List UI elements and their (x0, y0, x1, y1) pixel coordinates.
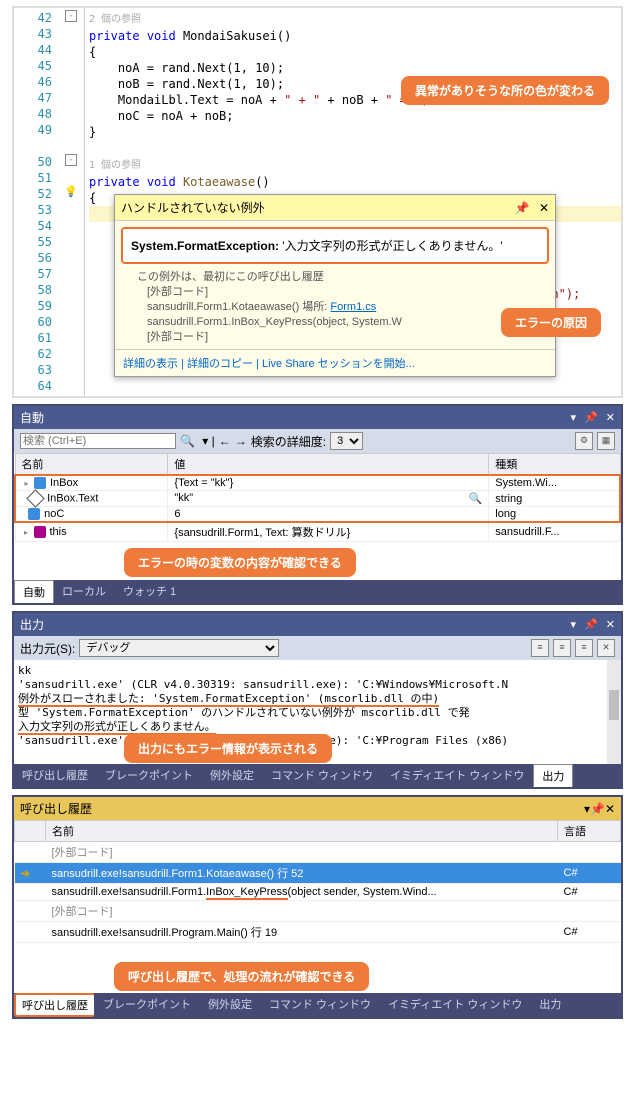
annotation-callout: 呼び出し履歴で、処理の流れが確認できる (114, 962, 369, 991)
pin-icon[interactable]: 📌 (584, 618, 598, 631)
fold-gutter: - - 💡 (58, 8, 85, 396)
scrollbar[interactable] (607, 660, 621, 764)
liveshare-link[interactable]: Live Share セッションを開始... (262, 358, 415, 370)
close-icon[interactable]: ✕ (606, 618, 615, 631)
tool-icon[interactable]: ≡ (575, 639, 593, 657)
annotation-callout: エラーの時の変数の内容が確認できる (124, 548, 356, 577)
exception-popup[interactable]: ハンドルされていない例外 📌 ✕ System.FormatException:… (114, 194, 556, 377)
tab[interactable]: 例外設定 (200, 993, 261, 1017)
dropdown-icon[interactable]: ▾ (571, 411, 577, 424)
tab-output[interactable]: 出力 (533, 764, 573, 787)
source-link[interactable]: Form1.cs (330, 301, 376, 313)
depth-select[interactable]: 3 (330, 432, 363, 450)
pin-icon[interactable]: 📌 (515, 201, 530, 215)
pin-icon[interactable]: 📌 (590, 802, 605, 816)
tab-callstack[interactable]: 呼び出し履歴 (14, 993, 95, 1017)
autos-table: 名前値種類 ▸InBox{Text = "kk"}System.Wi... In… (14, 453, 621, 542)
table-row[interactable]: InBox.Text"kk" 🔍string (15, 491, 620, 507)
fold-icon[interactable]: - (65, 154, 77, 166)
annotation-callout: エラーの原因 (501, 308, 601, 337)
output-panel: 出力 ▾ 📌 ✕ 出力元(S): デバッグ ≡ ≡ ≡ ✕ kk 'sansud… (12, 611, 623, 789)
close-icon[interactable]: ✕ (605, 802, 615, 816)
tab[interactable]: ブレークポイント (95, 993, 200, 1017)
panel-title: 呼び出し履歴 (20, 800, 92, 817)
panel-title: 出力 (20, 616, 44, 633)
table-row[interactable]: [外部コード] (15, 901, 621, 922)
tab[interactable]: イミディエイト ウィンドウ (380, 993, 531, 1017)
tab[interactable]: コマンド ウィンドウ (263, 764, 382, 787)
autos-panel: 自動 ▾ 📌 ✕ 🔍 ▾ | ← → 検索の詳細度: 3 ⚙ ▦ 名前値種類 ▸… (12, 404, 623, 605)
tool-icon[interactable]: ▦ (597, 432, 615, 450)
tab[interactable]: 例外設定 (202, 764, 263, 787)
tool-icon[interactable]: ⚙ (575, 432, 593, 450)
tool-icon[interactable]: ≡ (553, 639, 571, 657)
table-row[interactable]: sansudrill.exe!sansudrill.Form1.InBox_Ke… (15, 884, 621, 901)
tab-locals[interactable]: ローカル (54, 580, 115, 603)
tab-watch[interactable]: ウォッチ 1 (115, 580, 185, 603)
table-row[interactable]: ▸this{sansudrill.Form1, Text: 算数ドリル}sans… (15, 522, 620, 542)
line-number-gutter: 4243444546474849505152535455565758596061… (14, 8, 58, 396)
dropdown-icon[interactable]: ▾ (571, 618, 577, 631)
table-row[interactable]: ▸InBox{Text = "kk"}System.Wi... (15, 475, 620, 491)
clear-icon[interactable]: ✕ (597, 639, 615, 657)
show-details-link[interactable]: 詳細の表示 (123, 358, 178, 370)
table-row[interactable]: sansudrill.exe!sansudrill.Program.Main()… (15, 922, 621, 943)
output-source-select[interactable]: デバッグ (79, 639, 279, 657)
tab[interactable]: ブレークポイント (97, 764, 202, 787)
pin-icon[interactable]: 📌 (584, 411, 598, 424)
fold-icon[interactable]: - (65, 10, 77, 22)
search-input[interactable] (20, 433, 176, 449)
tab[interactable]: コマンド ウィンドウ (261, 993, 380, 1017)
close-icon[interactable]: ✕ (539, 201, 549, 215)
code-editor[interactable]: 4243444546474849505152535455565758596061… (12, 6, 623, 398)
lightbulb-icon[interactable]: 💡 (64, 186, 78, 198)
tab-autos[interactable]: 自動 (14, 580, 54, 603)
tab[interactable]: 呼び出し履歴 (14, 764, 97, 787)
tab[interactable]: 出力 (531, 993, 570, 1017)
close-icon[interactable]: ✕ (606, 411, 615, 424)
search-icon[interactable]: 🔍 (180, 434, 195, 448)
copy-details-link[interactable]: 詳細のコピー (187, 358, 253, 370)
table-row[interactable]: ➔sansudrill.exe!sansudrill.Form1.Kotaeaw… (15, 863, 621, 884)
exception-title: ハンドルされていない例外 (121, 199, 265, 216)
tab[interactable]: イミディエイト ウィンドウ (382, 764, 533, 787)
table-row[interactable]: noC6long (15, 507, 620, 523)
panel-title: 自動 (20, 409, 44, 426)
callstack-panel: 呼び出し履歴 ▾ 📌 ✕ 名前言語 [外部コード] ➔sansudrill.ex… (12, 795, 623, 1019)
annotation-callout: 異常がありそうな所の色が変わる (401, 76, 609, 105)
table-row[interactable]: [外部コード] (15, 842, 621, 863)
tool-icon[interactable]: ≡ (531, 639, 549, 657)
annotation-callout: 出力にもエラー情報が表示される (124, 734, 332, 763)
nav-back-icon[interactable]: ← (219, 434, 231, 448)
exception-message: System.FormatException: '入力文字列の形式が正しくありま… (121, 227, 549, 264)
callstack-table: 名前言語 [外部コード] ➔sansudrill.exe!sansudrill.… (14, 820, 621, 943)
exception-stacktrace: この例外は、最初にこの呼び出し履歴 [外部コード] sansudrill.For… (115, 270, 555, 349)
nav-fwd-icon[interactable]: → (235, 434, 247, 448)
